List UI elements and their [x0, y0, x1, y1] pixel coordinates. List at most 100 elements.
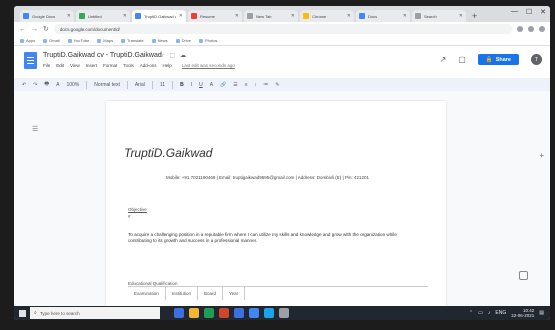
minimize-icon[interactable]: —	[511, 8, 518, 16]
browser-tab-active[interactable]: TruptiD.Gaikwad cv ✕	[132, 10, 186, 22]
file-explorer-icon[interactable]	[189, 308, 199, 318]
bookmark-item[interactable]: Translate	[121, 38, 144, 43]
move-icon[interactable]: ⬚	[169, 52, 175, 59]
profile-icon[interactable]	[539, 26, 545, 32]
redo-icon[interactable]: ↷	[33, 82, 37, 88]
explore-icon[interactable]	[519, 271, 528, 280]
bookmark-item[interactable]: Apps	[20, 38, 35, 43]
document-title[interactable]: TruptiD.Gaikwad cv - TruptiD.Gaikwad	[43, 52, 162, 59]
spellcheck-icon[interactable]: A	[56, 82, 59, 88]
task-view-icon[interactable]	[174, 308, 184, 318]
browser-tab[interactable]: New Tab ✕	[244, 10, 298, 22]
chrome-icon[interactable]	[249, 308, 259, 318]
document-page[interactable]: TruptiD.Gaikwad Mobile: +91 7021190469 |…	[106, 101, 446, 306]
share-button[interactable]: 🔒 Share	[477, 54, 519, 65]
line-spacing-icon[interactable]: ≡	[245, 82, 248, 88]
text-color-button[interactable]: A	[210, 82, 213, 88]
menu-tools[interactable]: Tools	[123, 63, 134, 68]
docs-header: TruptiD.Gaikwad cv - TruptiD.Gaikwad ☆ ⬚…	[14, 46, 550, 78]
bulleted-list-icon[interactable]: ≔	[263, 82, 268, 88]
lock-icon: 🔒	[485, 56, 493, 63]
star-icon[interactable]: ☆	[159, 52, 164, 59]
tab-favicon-icon	[303, 13, 309, 19]
menu-format[interactable]: Format	[103, 63, 117, 68]
last-edit-link[interactable]: Last edit was seconds ago	[182, 63, 235, 68]
tab-title: Resume	[200, 13, 215, 19]
add-side-panel-icon[interactable]: +	[539, 151, 544, 160]
word-icon[interactable]	[234, 308, 244, 318]
windows-logo-icon	[18, 309, 26, 317]
font-size-select[interactable]: 11	[160, 82, 165, 88]
language-indicator[interactable]: ENG	[495, 310, 506, 316]
close-icon[interactable]: ✕	[347, 13, 351, 19]
extension-icon[interactable]	[517, 26, 523, 32]
style-select[interactable]: Normal text	[94, 82, 120, 88]
tray-arrow-icon[interactable]: ⌃	[469, 310, 473, 316]
bookmark-item[interactable]: Gmail	[43, 38, 60, 43]
bookmark-item[interactable]: Drive	[175, 38, 191, 43]
close-icon[interactable]: ✕	[67, 13, 71, 19]
align-icon[interactable]: ☰	[233, 82, 237, 88]
menu-file[interactable]: File	[43, 63, 50, 68]
clock[interactable]: 10:42 22-06-2021	[511, 308, 534, 318]
start-button[interactable]	[14, 306, 30, 320]
document-outline-icon[interactable]: ☰	[32, 125, 38, 133]
editing-mode-icon[interactable]: ✎	[275, 82, 279, 88]
browser-tab[interactable]: Chrome ✕	[300, 10, 354, 22]
browser-tab[interactable]: Resume ✕	[188, 10, 242, 22]
maximize-icon[interactable]: ☐	[526, 8, 532, 16]
checklist-icon[interactable]: ⁝	[255, 82, 257, 88]
close-window-icon[interactable]: ✕	[540, 8, 546, 16]
back-icon[interactable]: ←	[19, 26, 26, 33]
menu-help[interactable]: Help	[163, 63, 172, 68]
menu-insert[interactable]: Insert	[86, 63, 97, 68]
bookmark-icon	[121, 38, 126, 43]
menu-addons[interactable]: Add-ons	[140, 63, 157, 68]
table-row: Examination Institution Board Year	[128, 286, 428, 300]
menu-edit[interactable]: Edit	[56, 63, 64, 68]
browser-tab[interactable]: Docs ✕	[356, 10, 410, 22]
taskbar-search-input[interactable]: ⌕ Type here to search	[30, 307, 160, 319]
bookmark-item[interactable]: YouTube	[67, 38, 89, 43]
close-icon[interactable]: ✕	[291, 13, 295, 19]
bookmark-item[interactable]: News	[151, 38, 168, 43]
bold-button[interactable]: B	[180, 82, 184, 88]
extension-icon[interactable]	[528, 26, 534, 32]
bookmark-item[interactable]: Maps	[97, 38, 113, 43]
zoom-select[interactable]: 100%	[66, 82, 79, 88]
undo-icon[interactable]: ↶	[22, 82, 26, 88]
italic-button[interactable]: I	[191, 82, 192, 88]
comment-history-icon[interactable]: ↗	[440, 55, 447, 64]
close-icon[interactable]: ✕	[403, 13, 407, 19]
section-marker: #	[128, 214, 131, 219]
avatar[interactable]: T	[531, 54, 542, 65]
cloud-status-icon[interactable]: ☁	[180, 52, 186, 59]
close-icon[interactable]: ✕	[123, 13, 127, 19]
forward-icon[interactable]: →	[31, 26, 38, 33]
bookmark-item[interactable]: Photos	[198, 38, 217, 43]
close-icon[interactable]: ✕	[459, 13, 463, 19]
close-icon[interactable]: ✕	[235, 13, 239, 19]
link-icon[interactable]: 🔗	[220, 82, 226, 88]
docs-logo-icon[interactable]	[24, 52, 37, 69]
browser-tab[interactable]: Search ✕	[412, 10, 466, 22]
underline-button[interactable]: U	[199, 82, 203, 88]
battery-icon[interactable]: ▭	[478, 310, 483, 316]
edge-icon[interactable]	[264, 308, 274, 318]
excel-icon[interactable]	[204, 308, 214, 318]
browser-tab[interactable]: Untitled ✕	[76, 10, 130, 22]
menu-bar: File Edit View Insert Format Tools Add-o…	[43, 63, 235, 68]
powerpoint-icon[interactable]	[219, 308, 229, 318]
menu-view[interactable]: View	[70, 63, 80, 68]
close-icon[interactable]: ✕	[179, 13, 183, 19]
url-input[interactable]: docs.google.com/document/d/	[53, 24, 512, 34]
print-icon[interactable]: 🖶	[44, 81, 49, 89]
present-icon[interactable]: ▢	[458, 55, 466, 64]
reload-icon[interactable]: ↻	[43, 25, 49, 33]
store-icon[interactable]	[279, 308, 289, 318]
browser-tab[interactable]: Google Docs ✕	[20, 10, 74, 22]
notifications-icon[interactable]: ▤	[539, 310, 544, 316]
font-select[interactable]: Arial	[135, 82, 145, 88]
volume-icon[interactable]: ♪	[488, 310, 491, 316]
new-tab-button[interactable]: +	[472, 10, 477, 22]
